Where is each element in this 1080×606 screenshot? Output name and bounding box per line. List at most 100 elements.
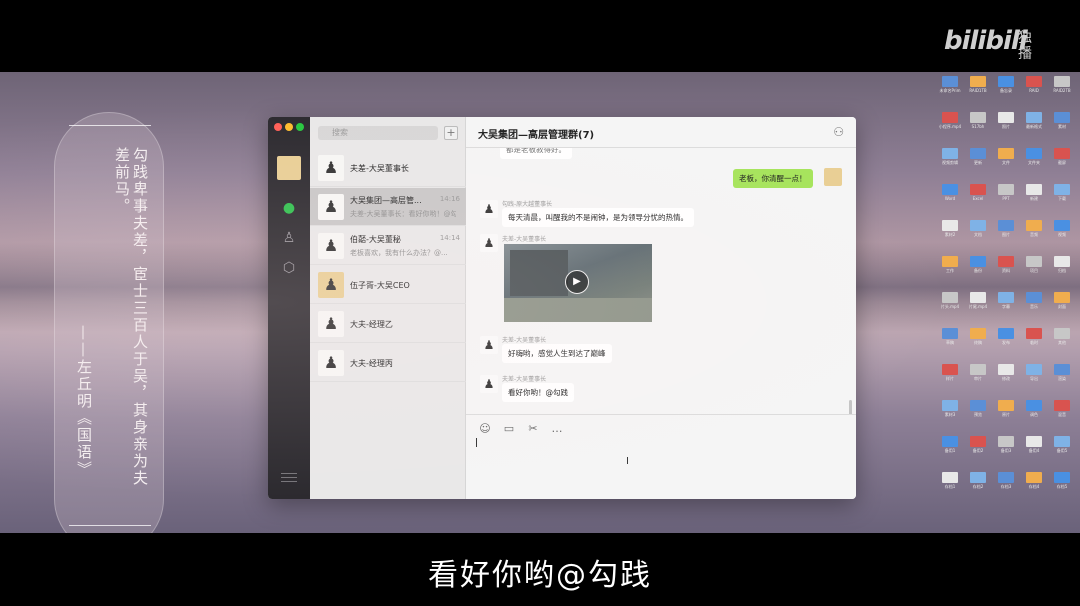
- desktop-file-icon[interactable]: 片头.mp4: [938, 292, 962, 309]
- conversation-item[interactable]: ♟ 大夫-经理乙: [310, 305, 466, 343]
- desktop-file-icon[interactable]: 导出: [1022, 364, 1046, 381]
- file-label: 备份: [974, 268, 982, 273]
- file-label: 素材3: [944, 412, 956, 417]
- desktop-file-icon[interactable]: 下载: [1050, 184, 1074, 201]
- desktop-file-icon[interactable]: 备用4: [1022, 436, 1046, 453]
- desktop-file-icon[interactable]: PPT: [994, 184, 1018, 201]
- desktop-file-icon[interactable]: 素材3: [938, 400, 962, 417]
- file-label: 视频: [1058, 232, 1066, 237]
- desktop-file-icon[interactable]: 存档1: [938, 472, 962, 489]
- desktop-file-icon[interactable]: 最新格式: [1022, 112, 1046, 129]
- conversation-item[interactable]: ♟ 大夫-经理丙: [310, 344, 466, 382]
- desktop-file-icon[interactable]: 备用5: [1050, 436, 1074, 453]
- desktop-file-icon[interactable]: 视频剪辑: [938, 148, 962, 165]
- desktop-file-icon[interactable]: 调色: [1022, 400, 1046, 417]
- message-sender: 勾践-原大越董事长: [502, 201, 553, 208]
- desktop-file-icon[interactable]: 预览: [966, 400, 990, 417]
- add-chat-button[interactable]: +: [444, 126, 458, 140]
- desktop-file-icon[interactable]: 更新: [966, 148, 990, 165]
- conversation-item[interactable]: ♟ 伯嚭-大吴董秘 14:14 老板喜欢，我有什么办法？@...: [310, 227, 466, 265]
- desktop-file-icon[interactable]: 归档: [1050, 256, 1074, 273]
- conversation-item-active[interactable]: ♟ 大吴集团—高层管... 14:16 夫差-大吴董事长：看好你哟！@勾: [310, 188, 466, 226]
- file-icon: [1054, 112, 1070, 123]
- menu-icon[interactable]: [281, 473, 297, 485]
- conversation-item[interactable]: ♟ 夫差-大吴董事长: [310, 149, 466, 187]
- desktop-file-icon[interactable]: 字幕: [994, 292, 1018, 309]
- desktop-file-icon[interactable]: 存档2: [966, 472, 990, 489]
- desktop-file-icon[interactable]: 备用3: [994, 436, 1018, 453]
- desktop-file-icon[interactable]: 备份: [966, 256, 990, 273]
- chat-history-icon[interactable]: …: [550, 422, 564, 435]
- group-members-icon[interactable]: ⚇: [833, 125, 844, 139]
- desktop-file-icon[interactable]: 文件夹: [1022, 148, 1046, 165]
- desktop-file-icon[interactable]: 小程序.mp4: [938, 112, 962, 129]
- user-avatar[interactable]: [277, 156, 301, 180]
- desktop-file-icon[interactable]: 备用2: [966, 436, 990, 453]
- desktop-file-icon[interactable]: 混音: [1050, 400, 1074, 417]
- video-message[interactable]: ▶: [504, 244, 652, 322]
- desktop-file-icon[interactable]: Word: [938, 184, 962, 201]
- mouse-cursor: I: [626, 456, 629, 467]
- chat-scrollbar[interactable]: [849, 400, 852, 414]
- desktop-file-icon[interactable]: S17bh: [966, 112, 990, 129]
- desktop-file-icon[interactable]: 草稿: [938, 328, 962, 345]
- desktop-file-icon[interactable]: 终稿: [966, 328, 990, 345]
- desktop-file-icon[interactable]: 审片: [966, 364, 990, 381]
- desktop-file-icon[interactable]: 音频: [1022, 220, 1046, 237]
- close-window-button[interactable]: [274, 123, 282, 131]
- file-label: 原片: [1002, 412, 1010, 417]
- desktop-file-icon[interactable]: RAID2TB: [1050, 76, 1074, 93]
- desktop-file-icon[interactable]: 备用1: [938, 436, 962, 453]
- file-label: 未命名Prim: [939, 88, 961, 93]
- message-input[interactable]: [474, 437, 848, 491]
- desktop-file-icon[interactable]: 图片: [994, 220, 1018, 237]
- message-area: 都是老板教得好。 老板，你清醒一点！ ♟ 勾践-原大越董事长 每天清晨，叫醒我的…: [466, 148, 856, 414]
- file-icon: [1026, 400, 1042, 411]
- desktop-file-icon[interactable]: 素材2: [938, 220, 962, 237]
- desktop-file-icon[interactable]: 存档4: [1022, 472, 1046, 489]
- chat-bubble-icon[interactable]: ●: [280, 199, 298, 217]
- desktop-file-icon[interactable]: 项目: [1022, 256, 1046, 273]
- desktop-file-icon[interactable]: 未命名Prim: [938, 76, 962, 93]
- desktop-file-icon[interactable]: 发布: [994, 328, 1018, 345]
- search-input[interactable]: 搜索: [318, 126, 438, 140]
- desktop-file-icon[interactable]: 封面: [1050, 292, 1074, 309]
- desktop-file-icon[interactable]: 资料: [994, 256, 1018, 273]
- video-thumbnail-ground: [504, 298, 652, 322]
- desktop-file-icon[interactable]: 工作: [938, 256, 962, 273]
- desktop-file-icon[interactable]: 存档5: [1050, 472, 1074, 489]
- desktop-file-icon[interactable]: 素材: [1050, 112, 1074, 129]
- desktop-file-icon[interactable]: 其他: [1050, 328, 1074, 345]
- desktop-file-icon[interactable]: 样片: [938, 364, 962, 381]
- minimize-window-button[interactable]: [285, 123, 293, 131]
- desktop-file-icon[interactable]: 截屏: [1050, 148, 1074, 165]
- file-label: 导出: [1030, 376, 1038, 381]
- desktop-file-icon[interactable]: Excel: [966, 184, 990, 201]
- desktop-file-icon[interactable]: 片尾.mp4: [966, 292, 990, 309]
- desktop-file-icon[interactable]: RAID: [1022, 76, 1046, 93]
- emoji-icon[interactable]: ☺: [478, 422, 492, 435]
- file-label: 备用3: [1000, 448, 1012, 453]
- play-icon[interactable]: ▶: [565, 270, 589, 294]
- zoom-window-button[interactable]: [296, 123, 304, 131]
- desktop-file-icon[interactable]: 原片: [994, 400, 1018, 417]
- desktop-file-icon[interactable]: RAID1TB: [966, 76, 990, 93]
- desktop-file-icon[interactable]: 渲染: [1050, 364, 1074, 381]
- contacts-icon[interactable]: ♙: [280, 229, 298, 247]
- desktop-file-icon[interactable]: 修改: [994, 364, 1018, 381]
- desktop-file-icon[interactable]: 视频: [1050, 220, 1074, 237]
- desktop-file-icon[interactable]: 文件: [994, 148, 1018, 165]
- file-label: 工作: [946, 268, 954, 273]
- conversation-name: 大夫-经理丙: [350, 359, 393, 368]
- cube-icon[interactable]: ⬡: [280, 259, 298, 277]
- folder-icon[interactable]: ▭: [502, 422, 516, 435]
- scissors-icon[interactable]: ✂: [526, 422, 540, 435]
- desktop-file-icon[interactable]: 音乐: [1022, 292, 1046, 309]
- desktop-file-icon[interactable]: 文档: [966, 220, 990, 237]
- desktop-file-icon[interactable]: 照片: [994, 112, 1018, 129]
- desktop-file-icon[interactable]: 备忘录: [994, 76, 1018, 93]
- desktop-file-icon[interactable]: 新建: [1022, 184, 1046, 201]
- desktop-file-icon[interactable]: 存档3: [994, 472, 1018, 489]
- desktop-file-icon[interactable]: 临时: [1022, 328, 1046, 345]
- conversation-item[interactable]: ♟ 伍子胥-大吴CEO: [310, 266, 466, 304]
